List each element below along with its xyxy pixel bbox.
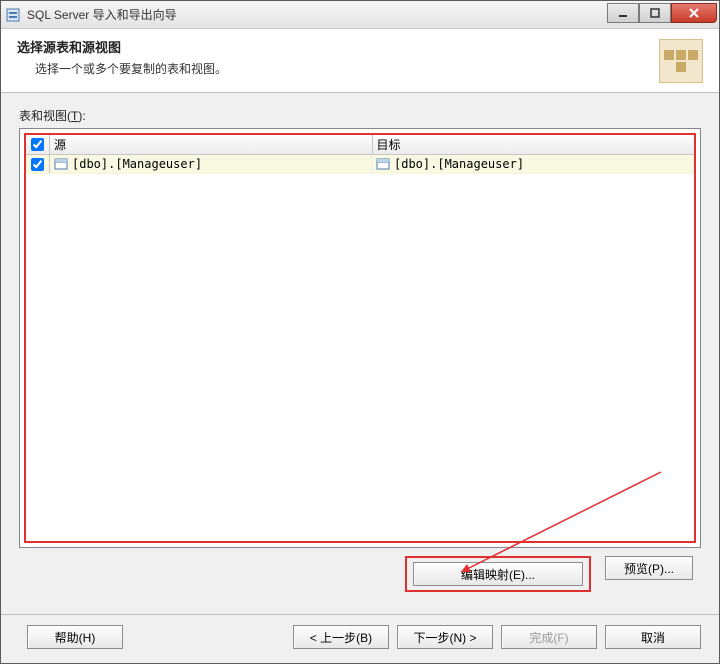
- header-decor-icon: [659, 39, 703, 83]
- page-title: 选择源表和源视图: [17, 37, 703, 56]
- titlebar: SQL Server 导入和导出向导: [1, 1, 719, 29]
- wizard-window: SQL Server 导入和导出向导 选择源表和源视图 选择一个或多个要复制的表…: [0, 0, 720, 664]
- wizard-nav-bar: 帮助(H) < 上一步(B) 下一步(N) > 完成(F) 取消: [1, 614, 719, 663]
- table-icon: [54, 157, 68, 171]
- next-button[interactable]: 下一步(N) >: [397, 625, 493, 649]
- table-row[interactable]: [dbo].[Manageuser] [dbo].[Manageuser]: [26, 155, 694, 174]
- list-label: 表和视图(T):: [19, 107, 701, 124]
- maximize-button[interactable]: [639, 3, 671, 23]
- row-target-cell: [dbo].[Manageuser]: [372, 155, 694, 173]
- tables-listbox[interactable]: 源 目标 [dbo].[Manageuser]: [19, 128, 701, 548]
- back-button[interactable]: < 上一步(B): [293, 625, 389, 649]
- page-subtitle: 选择一个或多个要复制的表和视图。: [17, 60, 703, 77]
- minimize-button[interactable]: [607, 3, 639, 23]
- close-button[interactable]: [671, 3, 717, 23]
- preview-button[interactable]: 预览(P)...: [605, 556, 693, 580]
- help-button[interactable]: 帮助(H): [27, 625, 123, 649]
- list-columns-header: 源 目标: [26, 135, 694, 155]
- header-panel: 选择源表和源视图 选择一个或多个要复制的表和视图。: [1, 29, 719, 93]
- row-source-cell: [dbo].[Manageuser]: [50, 155, 372, 173]
- row-checkbox[interactable]: [31, 158, 44, 171]
- window-title: SQL Server 导入和导出向导: [27, 6, 177, 23]
- header-checkbox-cell[interactable]: [26, 135, 50, 154]
- highlight-box: 编辑映射(E)...: [405, 556, 591, 592]
- finish-button: 完成(F): [501, 625, 597, 649]
- body-area: 表和视图(T): 源 目标: [1, 93, 719, 614]
- select-all-checkbox[interactable]: [31, 138, 44, 151]
- list-action-buttons: 编辑映射(E)... 预览(P)...: [19, 548, 701, 602]
- edit-mapping-button[interactable]: 编辑映射(E)...: [413, 562, 583, 586]
- table-icon: [376, 157, 390, 171]
- list-rows: [dbo].[Manageuser] [dbo].[Manageuser]: [26, 155, 694, 541]
- column-header-target[interactable]: 目标: [373, 135, 695, 154]
- row-checkbox-cell[interactable]: [26, 155, 50, 173]
- app-icon: [5, 7, 21, 23]
- column-header-source[interactable]: 源: [50, 135, 373, 154]
- window-buttons: [607, 3, 717, 23]
- cancel-button[interactable]: 取消: [605, 625, 701, 649]
